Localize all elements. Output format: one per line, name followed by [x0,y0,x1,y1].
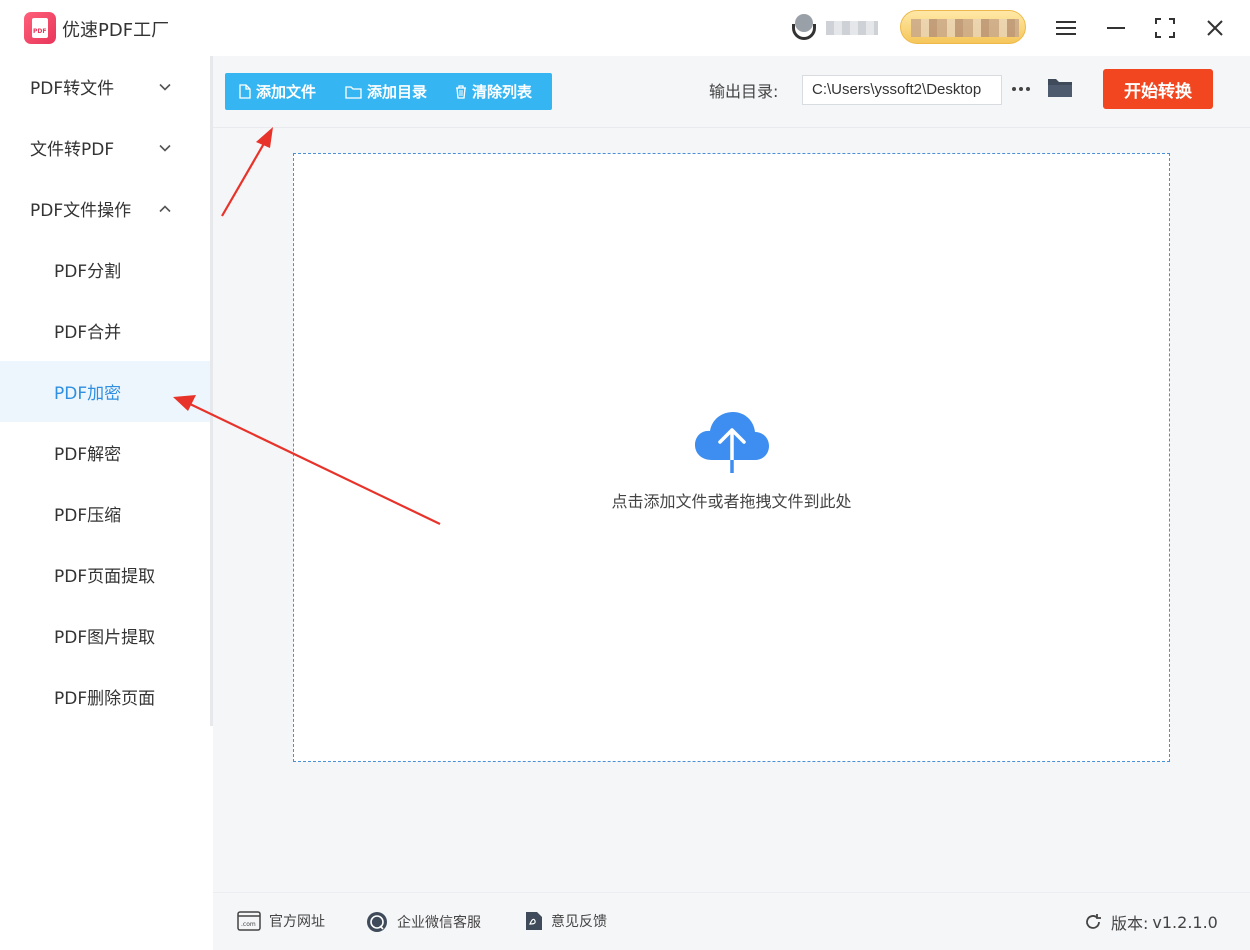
chevron-down-icon [159,83,171,91]
version-value: v1.2.1.0 [1152,912,1218,932]
file-button-group: 添加文件 添加目录 清除列表 [225,73,552,110]
app-title: 优速PDF工厂 [62,20,170,41]
wechat-support-label: 企业微信客服 [397,915,481,931]
sidebar-group-label: PDF文件操作 [30,201,132,221]
sidebar-item-label: PDF删除页面 [54,689,156,709]
sidebar-item-label: PDF页面提取 [54,567,156,587]
close-icon[interactable] [1199,12,1231,44]
sidebar-item-pdf-decrypt[interactable]: PDF解密 [0,422,210,483]
footer: .com 官方网址 企业微信客服 意见反馈 版本: v1.2.1.0 [213,892,1250,950]
sidebar: PDF转文件 文件转PDF PDF文件操作 PDF分割 PDF合并 PDF加密 … [0,56,213,950]
file-dropzone[interactable]: 点击添加文件或者拖拽文件到此处 [293,153,1170,762]
feedback-label: 意见反馈 [551,914,607,930]
app-logo: PDF [24,12,56,44]
main-panel: 添加文件 添加目录 清除列表 输出目录: C:\Users\yssoft2\De… [213,56,1250,892]
sidebar-group-pdf-operations[interactable]: PDF文件操作 [0,178,210,239]
menu-icon[interactable] [1050,12,1082,44]
sidebar-item-pdf-compress[interactable]: PDF压缩 [0,483,210,544]
file-icon [239,84,251,99]
wechat-support-link[interactable]: 企业微信客服 [365,911,481,933]
toolbar: 添加文件 添加目录 清除列表 输出目录: C:\Users\yssoft2\De… [213,56,1250,128]
sidebar-item-label: PDF加密 [54,384,122,404]
version-info[interactable]: 版本: v1.2.1.0 [1083,910,1218,934]
sidebar-item-pdf-encrypt[interactable]: PDF加密 [0,361,213,422]
sidebar-item-pdf-merge[interactable]: PDF合并 [0,300,210,361]
chevron-up-icon [159,205,171,213]
refresh-icon [1086,914,1101,929]
title-bar: PDF 优速PDF工厂 [0,0,1250,56]
clear-list-button[interactable]: 清除列表 [455,73,532,110]
add-file-label: 添加文件 [256,83,317,101]
svg-text:.com: .com [241,921,256,928]
more-options-icon[interactable] [1010,78,1032,100]
official-website-label: 官方网址 [269,914,325,930]
feedback-link[interactable]: 意见反馈 [525,911,607,931]
clear-list-label: 清除列表 [472,83,533,101]
fullscreen-icon[interactable] [1149,12,1181,44]
user-avatar[interactable] [792,14,816,40]
sidebar-item-pdf-image-extract[interactable]: PDF图片提取 [0,605,210,666]
sidebar-item-pdf-delete-pages[interactable]: PDF删除页面 [0,666,210,727]
trash-icon [456,84,466,99]
sidebar-group-file-to-pdf[interactable]: 文件转PDF [0,117,210,178]
sidebar-item-label: PDF分割 [54,262,122,282]
add-directory-label: 添加目录 [367,83,428,101]
logo-text: PDF [33,28,47,35]
cloud-upload-icon [695,412,769,475]
feedback-icon [526,912,542,930]
sidebar-item-pdf-split[interactable]: PDF分割 [0,239,210,300]
sidebar-group-label: PDF转文件 [30,79,115,99]
add-directory-button[interactable]: 添加目录 [345,73,427,110]
sidebar-group-pdf-to-file[interactable]: PDF转文件 [0,56,210,117]
folder-outline-icon [345,85,362,99]
add-file-button[interactable]: 添加文件 [239,73,316,110]
sidebar-item-label: PDF图片提取 [54,628,156,648]
sidebar-item-pdf-page-extract[interactable]: PDF页面提取 [0,544,210,605]
start-convert-button[interactable]: 开始转换 [1103,69,1213,109]
output-directory-input[interactable]: C:\Users\yssoft2\Desktop [802,75,1002,105]
chat-icon [367,912,387,932]
chevron-down-icon [159,144,171,152]
open-folder-icon[interactable] [1046,76,1074,100]
dropzone-hint: 点击添加文件或者拖拽文件到此处 [611,492,852,511]
official-website-link[interactable]: .com 官方网址 [237,911,325,931]
minimize-icon[interactable] [1100,12,1132,44]
sidebar-item-label: PDF合并 [54,323,122,343]
output-directory-label: 输出目录: [709,82,779,101]
sidebar-item-label: PDF解密 [54,445,122,465]
sidebar-item-label: PDF压缩 [54,506,122,526]
user-name-redacted [826,21,878,35]
version-label: 版本: [1111,914,1149,933]
vip-badge[interactable] [900,10,1026,44]
sidebar-group-label: 文件转PDF [30,140,115,160]
website-icon: .com [237,911,261,931]
